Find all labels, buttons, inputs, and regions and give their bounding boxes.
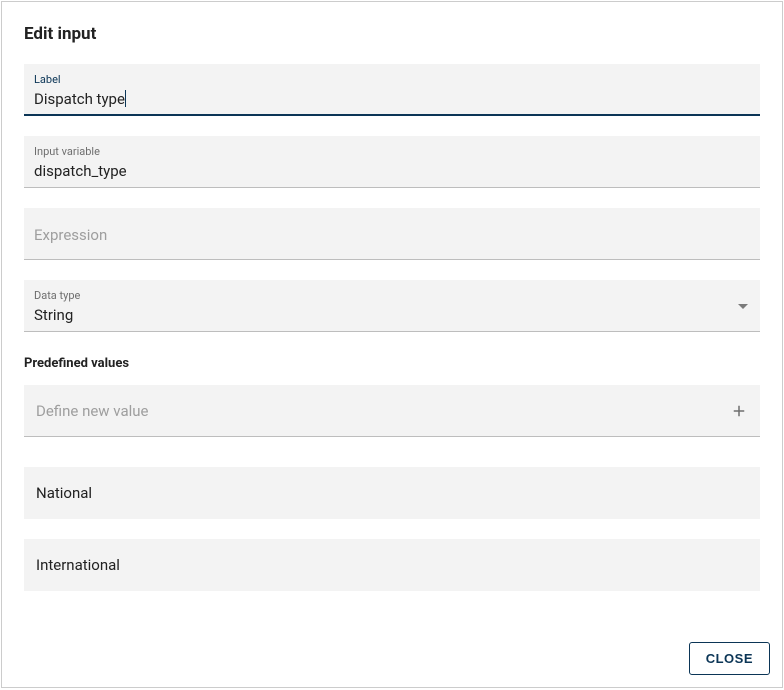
label-field-label: Label [34, 73, 750, 87]
edit-input-dialog: Edit input Label Dispatch type Input var… [1, 1, 783, 688]
input-variable-label: Input variable [34, 145, 750, 159]
input-variable-value: dispatch_type [34, 161, 750, 181]
dialog-footer: CLOSE [689, 642, 770, 675]
define-new-value-input[interactable]: Define new value [24, 385, 760, 437]
predefined-values-heading: Predefined values [24, 356, 760, 371]
predefined-value-row[interactable]: International [24, 539, 760, 591]
predefined-value-row[interactable]: National [24, 467, 760, 519]
define-new-value-placeholder: Define new value [36, 402, 149, 420]
data-type-value: String [34, 305, 750, 325]
data-type-select[interactable]: Data type String [24, 280, 760, 332]
data-type-label: Data type [34, 289, 750, 303]
label-field[interactable]: Label Dispatch type [24, 64, 760, 116]
expression-placeholder: Expression [34, 226, 750, 244]
dialog-title: Edit input [24, 24, 760, 44]
label-field-value: Dispatch type [34, 89, 750, 109]
predefined-value-label: National [36, 484, 92, 502]
close-button[interactable]: CLOSE [689, 642, 770, 675]
chevron-down-icon [738, 304, 748, 309]
expression-field[interactable]: Expression [24, 208, 760, 260]
text-caret [125, 90, 126, 107]
plus-icon[interactable] [730, 402, 748, 420]
predefined-value-label: International [36, 556, 120, 574]
input-variable-field[interactable]: Input variable dispatch_type [24, 136, 760, 188]
